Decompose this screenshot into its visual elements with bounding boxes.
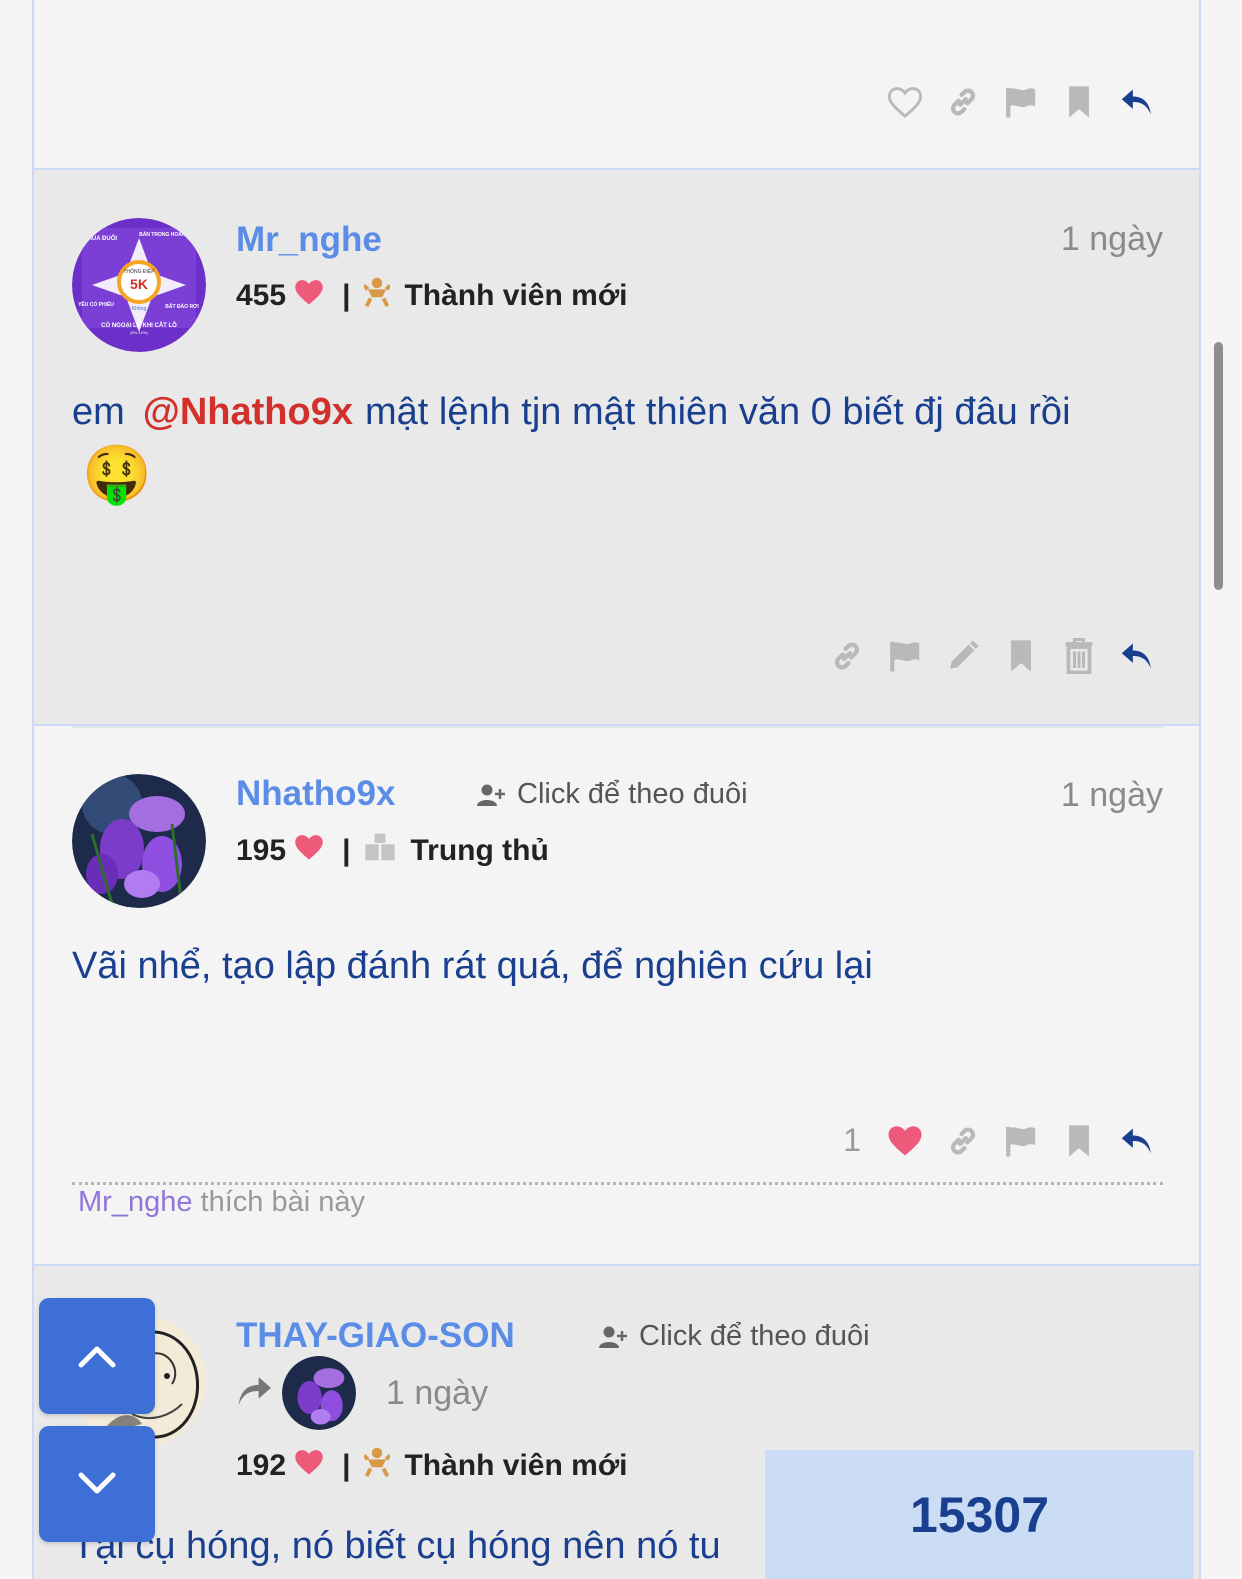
comment-thread: THÔNG ĐIỆP 5K MUA ĐUỔI BÁN TRONG HOẢNG L…	[32, 0, 1201, 1579]
likes-summary: Mr_nghe thích bài này	[78, 1186, 365, 1219]
money-mouth-emoji: 🤑	[82, 441, 152, 505]
content-text-end: mật lệnh tjn mật thiên văn 0 biết đj đâu…	[364, 391, 1071, 433]
svg-text:Không: Không	[132, 306, 147, 312]
heart-icon	[294, 833, 324, 869]
reply-icon[interactable]	[1119, 1123, 1155, 1159]
svg-text:(5%-10%): (5%-10%)	[130, 330, 148, 335]
reply-icon[interactable]	[1119, 84, 1155, 120]
chevron-down-icon	[78, 1472, 116, 1494]
bookmark-icon[interactable]	[1061, 84, 1097, 120]
user-stats: 192 | Thành viên mới	[236, 1446, 628, 1486]
scrollbar[interactable]	[1214, 342, 1223, 590]
post-actions	[829, 638, 1155, 674]
baby-rank-icon	[363, 1446, 392, 1486]
follow-button[interactable]: Click để theo đuôi	[477, 778, 748, 811]
reply-to-avatar[interactable]	[282, 1356, 356, 1430]
post-actions: 1	[843, 1122, 1155, 1159]
score: 455	[236, 279, 287, 312]
svg-text:5K: 5K	[130, 276, 148, 292]
reply-to-row: 1 ngày	[234, 1356, 488, 1430]
username[interactable]: Mr_nghe	[236, 220, 382, 260]
svg-text:THÔNG ĐIỆP: THÔNG ĐIỆP	[123, 267, 155, 275]
pencil-icon[interactable]	[945, 638, 981, 674]
username[interactable]: THAY-GIAO-SON	[236, 1316, 515, 1356]
mention-link[interactable]: @Nhatho9x	[143, 391, 353, 433]
divider: |	[342, 834, 351, 867]
svg-text:MUA ĐUỔI: MUA ĐUỔI	[87, 235, 117, 242]
baby-rank-icon	[363, 276, 392, 316]
divider: |	[342, 279, 351, 312]
user-stats: 455 | Thành viên mới	[236, 276, 628, 316]
post-counter: 15307	[765, 1450, 1194, 1579]
avatar[interactable]	[72, 774, 206, 908]
flag-icon[interactable]	[1003, 1123, 1039, 1159]
bookmark-icon[interactable]	[1003, 638, 1039, 674]
post-nhatho9x: Nhatho9x Click để theo đuôi 1 ngày 195 |…	[34, 726, 1199, 1266]
user-stats: 195 | Trung thủ	[236, 832, 549, 870]
svg-text:YÊU CỔ PHIẾU: YÊU CỔ PHIẾU	[78, 300, 114, 308]
chevron-up-icon	[78, 1346, 116, 1368]
link-icon[interactable]	[945, 1123, 981, 1159]
username[interactable]: Nhatho9x	[236, 774, 395, 814]
scroll-down-button[interactable]	[39, 1426, 155, 1542]
previous-post	[34, 0, 1199, 170]
heart-outline-icon[interactable]	[887, 84, 923, 120]
follow-button[interactable]: Click để theo đuôi	[599, 1320, 870, 1353]
rank-label: Thành viên mới	[404, 279, 628, 312]
link-icon[interactable]	[945, 84, 981, 120]
post-actions	[887, 84, 1155, 120]
divider	[72, 726, 1163, 728]
post-time: 1 ngày	[1060, 220, 1163, 258]
score: 192	[236, 1449, 287, 1482]
post-time: 1 ngày	[386, 1373, 489, 1412]
flag-icon[interactable]	[887, 638, 923, 674]
heart-icon	[294, 1448, 324, 1484]
svg-text:BÁN TRONG HOẢNG LOẠN: BÁN TRONG HOẢNG LOẠN	[139, 231, 205, 238]
score: 195	[236, 834, 287, 867]
svg-text:BẮT ĐÁO RƠI: BẮT ĐÁO RƠI	[165, 302, 199, 310]
heart-icon[interactable]	[887, 1123, 923, 1159]
svg-text:CÓ NGOẠI LỆ KHI CẮT LỖ: CÓ NGOẠI LỆ KHI CẮT LỖ	[101, 321, 177, 329]
link-icon[interactable]	[829, 638, 865, 674]
content-text-start: em	[72, 391, 125, 433]
avatar[interactable]: THÔNG ĐIỆP 5K MUA ĐUỔI BÁN TRONG HOẢNG L…	[72, 218, 206, 352]
user-plus-icon	[477, 784, 505, 806]
rank-label: Trung thủ	[410, 834, 549, 867]
book-rank-icon	[364, 832, 396, 870]
reply-icon[interactable]	[1119, 638, 1155, 674]
divider: |	[342, 1449, 351, 1482]
post-content: Vãi nhể, tạo lập đánh rát quá, để nghiên…	[72, 945, 873, 987]
scroll-up-button[interactable]	[39, 1298, 155, 1414]
like-count: 1	[843, 1122, 861, 1158]
heart-icon	[294, 278, 324, 314]
divider	[72, 1182, 1163, 1185]
rank-label: Thành viên mới	[404, 1449, 628, 1482]
liker-link[interactable]: Mr_nghe	[78, 1186, 192, 1218]
follow-label: Click để theo đuôi	[517, 778, 748, 810]
post-mr-nghe: THÔNG ĐIỆP 5K MUA ĐUỔI BÁN TRONG HOẢNG L…	[34, 170, 1199, 726]
forward-arrow-icon	[234, 1374, 274, 1413]
bookmark-icon[interactable]	[1061, 1123, 1097, 1159]
user-plus-icon	[599, 1326, 627, 1348]
liked-text: thích bài này	[200, 1186, 365, 1218]
post-content: em @Nhatho9x mật lệnh tjn mật thiên văn 0 …	[72, 382, 1129, 504]
follow-label: Click để theo đuôi	[639, 1320, 870, 1352]
post-time: 1 ngày	[1060, 776, 1163, 814]
trash-icon[interactable]	[1061, 638, 1097, 674]
flag-icon[interactable]	[1003, 84, 1039, 120]
